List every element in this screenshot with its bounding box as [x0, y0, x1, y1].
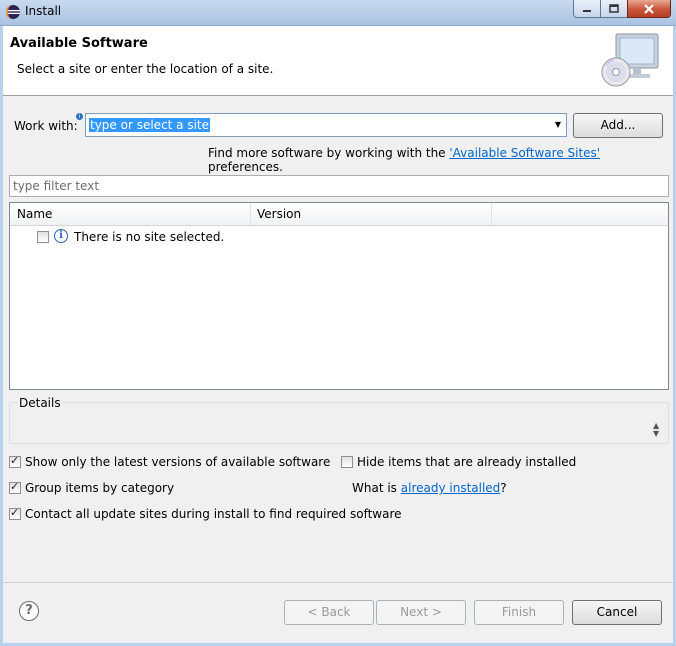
what-is-prefix: What is — [352, 481, 401, 495]
cancel-button[interactable]: Cancel — [572, 600, 662, 625]
show-latest-label: Show only the latest versions of availab… — [25, 455, 331, 469]
close-button[interactable] — [627, 0, 671, 18]
column-divider[interactable] — [491, 203, 492, 225]
row-checkbox[interactable] — [37, 231, 49, 243]
contact-sites-label: Contact all update sites during install … — [25, 507, 402, 521]
software-table[interactable]: Name Version i There is no site selected… — [9, 202, 669, 390]
details-label: Details — [18, 396, 62, 410]
show-latest-checkbox[interactable] — [9, 454, 21, 468]
work-with-combo[interactable]: type or select a site ▼ — [85, 113, 567, 137]
details-scroll-arrows-icon[interactable]: ▲ ▼ — [653, 422, 659, 438]
maximize-button[interactable] — [600, 0, 628, 18]
computer-cd-icon — [601, 33, 659, 87]
eclipse-icon — [6, 5, 20, 19]
what-is-installed-text: What is already installed? — [352, 481, 507, 495]
column-header-version[interactable]: Version — [257, 207, 301, 221]
find-more-prefix: Find more software by working with the — [208, 146, 450, 160]
next-button[interactable]: Next > — [376, 600, 466, 625]
info-decoration-icon: i — [76, 113, 83, 120]
find-more-text: Find more software by working with the '… — [208, 146, 676, 174]
minimize-icon — [583, 9, 591, 12]
info-icon: i — [54, 229, 68, 243]
available-software-sites-link[interactable]: 'Available Software Sites' — [449, 146, 600, 160]
group-by-category-checkbox[interactable] — [9, 480, 21, 494]
page-description: Select a site or enter the location of a… — [17, 62, 274, 76]
table-row[interactable]: i There is no site selected. — [10, 226, 668, 248]
column-header-name[interactable]: Name — [17, 207, 52, 221]
group-by-category-label: Group items by category — [25, 481, 175, 495]
table-header: Name Version — [10, 203, 668, 226]
wizard-header: Available Software Select a site or ente… — [3, 26, 673, 96]
finish-button[interactable]: Finish — [474, 600, 564, 625]
minimize-button[interactable] — [573, 0, 601, 18]
dropdown-arrow-icon[interactable]: ▼ — [555, 120, 561, 129]
already-installed-link[interactable]: already installed — [401, 481, 501, 495]
what-is-suffix: ? — [500, 481, 507, 495]
add-site-button[interactable]: Add... — [573, 113, 663, 138]
column-divider[interactable] — [250, 203, 251, 225]
find-more-suffix: preferences. — [208, 160, 283, 174]
footer-separator — [3, 582, 673, 583]
back-button[interactable]: < Back — [284, 600, 374, 625]
maximize-icon — [609, 4, 619, 13]
close-icon — [644, 3, 654, 14]
contact-sites-checkbox[interactable] — [9, 506, 21, 520]
window-frame-left — [0, 25, 3, 646]
window-title: Install — [25, 4, 62, 18]
hide-installed-checkbox[interactable] — [341, 456, 353, 468]
work-with-label: Work with: — [14, 119, 78, 133]
page-title: Available Software — [10, 36, 148, 51]
help-icon[interactable]: ? — [19, 601, 39, 621]
work-with-value: type or select a site — [89, 118, 211, 132]
filter-input[interactable]: type filter text — [9, 175, 669, 197]
row-text: There is no site selected. — [74, 230, 225, 244]
title-bar[interactable]: Install — [0, 0, 676, 26]
hide-installed-label: Hide items that are already installed — [357, 455, 577, 469]
details-group — [9, 402, 669, 444]
filter-placeholder: type filter text — [13, 179, 100, 193]
